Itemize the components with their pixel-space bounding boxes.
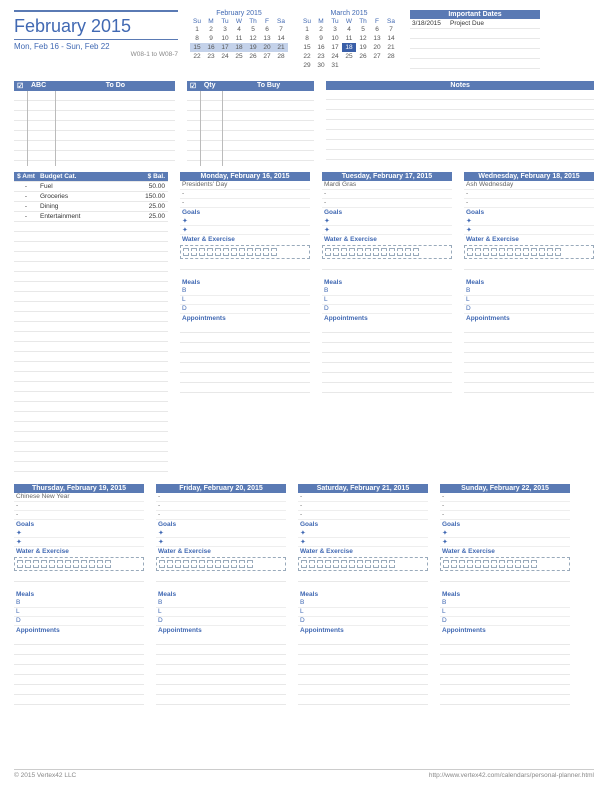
- day-panel: Monday, February 16, 2015Presidents' Day…: [180, 172, 310, 478]
- budget-panel: $ AmtBudget Cat.$ Bal. -Fuel50.00-Grocer…: [14, 172, 168, 472]
- day-panel: Friday, February 20, 2015---Goals✦✦Water…: [156, 484, 286, 710]
- week-numbers: W08-1 to W08-7: [14, 51, 178, 58]
- day-panel: Thursday, February 19, 2015Chinese New Y…: [14, 484, 144, 710]
- footer: © 2015 Vertex42 LLC http://www.vertex42.…: [14, 769, 594, 779]
- days-row-1: Monday, February 16, 2015Presidents' Day…: [180, 172, 594, 478]
- date-range: Mon, Feb 16 - Sun, Feb 22: [14, 39, 178, 51]
- day-panel: Wednesday, February 18, 2015Ash Wednesda…: [464, 172, 594, 478]
- notes-panel: Notes: [326, 81, 594, 166]
- title-block: February 2015 Mon, Feb 16 - Sun, Feb 22 …: [14, 10, 178, 75]
- page-title: February 2015: [14, 12, 178, 39]
- row-1: ☑ABCTo Do ☑QtyTo Buy Notes: [14, 81, 594, 166]
- day-panel: Sunday, February 22, 2015---Goals✦✦Water…: [440, 484, 570, 710]
- day-panel: Tuesday, February 17, 2015Mardi Gras--Go…: [322, 172, 452, 478]
- todo-panel: ☑ABCTo Do: [14, 81, 175, 166]
- mini-calendar-feb: February 2015 SuMTuWThFSa123456789101112…: [190, 10, 288, 75]
- tobuy-panel: ☑QtyTo Buy: [187, 81, 314, 166]
- header: February 2015 Mon, Feb 16 - Sun, Feb 22 …: [14, 10, 594, 75]
- mini-calendar-mar: March 2015 SuMTuWThFSa123456789101112131…: [300, 10, 398, 75]
- days-row-2: Thursday, February 19, 2015Chinese New Y…: [14, 484, 594, 710]
- important-dates: Important Dates 3/18/2015Project Due: [410, 10, 540, 75]
- day-panel: Saturday, February 21, 2015---Goals✦✦Wat…: [298, 484, 428, 710]
